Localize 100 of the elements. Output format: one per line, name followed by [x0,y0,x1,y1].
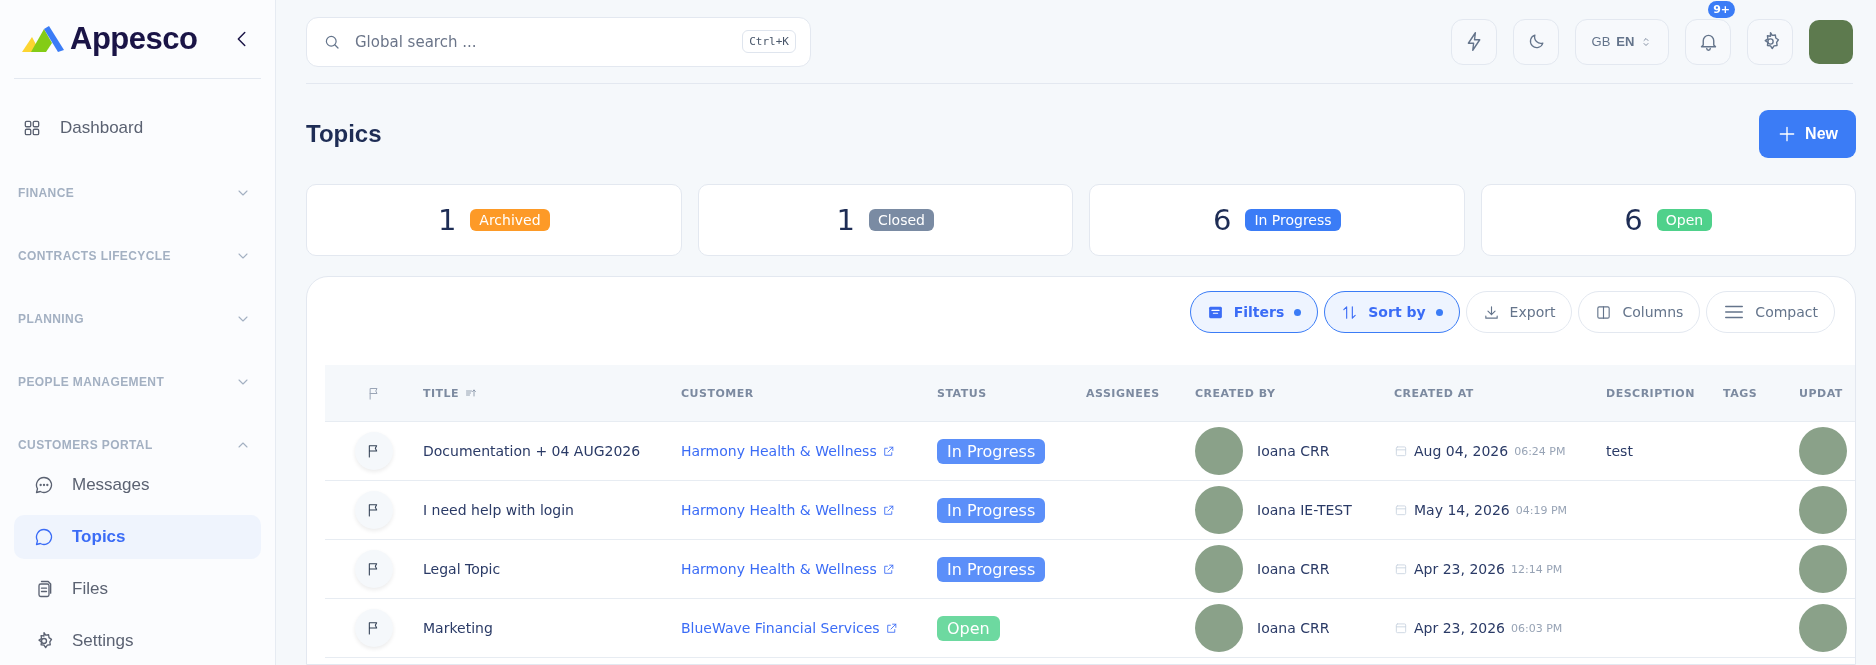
avatar [1799,427,1847,475]
columns-icon [1595,303,1613,321]
search-input[interactable]: Global search ... [353,31,731,52]
section-header[interactable]: FINANCE [14,179,261,207]
column-header[interactable]: TITLE [423,386,681,400]
title-cell-text: Legal Topic [423,561,502,577]
created-time: 06:24 PM [1514,444,1566,458]
external-link-icon [884,621,898,635]
status-badge: In Progress [1245,209,1341,231]
download-icon [1482,303,1500,321]
status-badge: Closed [868,209,934,231]
creator-name: Ioana CRR [1257,561,1330,577]
chat-bubble-icon [34,475,54,495]
toolbar-button[interactable]: Sort by [1324,291,1460,333]
created-date: Aug 04, 2026 [1414,443,1509,459]
language-selector[interactable]: GB EN [1575,18,1669,65]
flag-button[interactable] [355,432,393,470]
sort-arrows-icon [1341,303,1359,321]
stat-count: 1 [836,203,855,237]
creator-name: Ioana CRR [1257,443,1330,459]
theme-toggle-button[interactable] [1513,18,1559,65]
title-cell-text: I need help with login [423,502,575,518]
creator-name: Ioana CRR [1257,620,1330,636]
section-header[interactable]: CUSTOMERS PORTAL [14,431,261,459]
flag-button[interactable] [355,550,393,588]
avatar [1799,486,1847,534]
column-header[interactable]: CREATED AT [1394,386,1606,400]
status-badge: Open [1656,209,1713,231]
section-header[interactable]: PEOPLE MANAGEMENT [14,368,261,396]
column-header[interactable]: TAGS [1723,386,1799,400]
customer-link[interactable]: Harmony Health & Wellness [681,502,937,518]
created-time: 04:19 PM [1515,503,1568,517]
creator-name: Ioana IE-TEST [1257,502,1352,518]
status-badge: Archived [470,209,550,231]
dashboard-link[interactable]: Dashboard [14,105,261,151]
status-badge: In Progress [937,438,1046,464]
page-title: Topics [306,120,382,148]
active-dot [1294,308,1302,316]
avatar [1195,545,1243,593]
toolbar-button[interactable]: Compact [1706,291,1835,333]
column-header[interactable]: DESCRIPTION [1606,386,1723,400]
sort-icon [465,387,478,399]
search-field[interactable]: Global search ... Ctrl+K [306,16,811,67]
calendar-icon [1394,562,1408,576]
avatar [1799,545,1847,593]
sidebar-item[interactable]: Messages [14,463,261,507]
grid-icon [22,118,42,138]
column-header[interactable]: ASSIGNEES [1086,386,1195,400]
sidebar-item[interactable]: Settings [14,619,261,663]
quick-action-button[interactable] [1451,18,1497,65]
customer-link[interactable]: Harmony Health & Wellness [681,561,937,577]
column-header[interactable]: CUSTOMER [681,386,937,400]
section-header[interactable]: PLANNING [14,305,261,333]
stat-count: 6 [1624,203,1643,237]
language-code: EN [1616,34,1635,49]
notification-badge: 9+ [1708,0,1735,18]
created-date: Apr 23, 2026 [1414,620,1505,636]
calendar-icon [1394,621,1408,635]
title-cell-text: Documentation + 04 AUG2026 [423,443,642,459]
column-header[interactable]: STATUS [937,386,1086,400]
stat-count: 6 [1212,203,1232,237]
avatar [1195,604,1243,652]
active-dot [1435,308,1443,316]
customer-link[interactable]: BlueWave Financial Services [681,620,937,636]
avatar [1799,604,1847,652]
external-link-icon [881,503,895,517]
toolbar-button[interactable]: Filters [1189,291,1319,333]
avatar [1195,427,1243,475]
created-date: Apr 23, 2026 [1414,561,1505,577]
created-date: May 14, 2026 [1414,502,1510,518]
customer-link[interactable]: Harmony Health & Wellness [681,443,937,459]
avatar [1195,486,1243,534]
calendar-icon [1394,444,1408,458]
created-time: 06:03 PM [1511,621,1563,635]
external-link-icon [881,562,895,576]
toolbar-button[interactable]: Columns [1578,291,1701,333]
logo-text: Appesco [70,21,198,57]
user-avatar[interactable] [1809,19,1853,64]
column-header[interactable]: UPDAT [1799,386,1855,400]
new-button[interactable]: New [1759,110,1856,158]
external-link-icon [881,444,895,458]
chat-bubble-icon [34,527,54,547]
title-cell-text: Marketing [423,620,494,636]
sidebar-item[interactable]: Files [14,567,261,611]
country-code: GB [1591,34,1611,49]
flag-button[interactable] [355,609,393,647]
status-badge: In Progress [937,497,1046,523]
notifications-button[interactable] [1685,18,1731,65]
section-header[interactable]: CONTRACTS LIFECYCLE [14,242,261,270]
status-badge: In Progress [937,556,1046,582]
column-header[interactable]: CREATED BY [1195,386,1394,400]
toolbar-button[interactable]: Export [1465,291,1573,333]
flag-button[interactable] [355,491,393,529]
shortcut-hint: Ctrl+K [742,30,796,53]
sidebar-item[interactable]: Topics [14,515,261,559]
calendar-icon [1394,503,1408,517]
status-badge: Open [937,615,1000,641]
description-cell-text: test [1606,443,1634,459]
created-time: 12:14 PM [1511,562,1563,576]
settings-button[interactable] [1747,18,1793,65]
